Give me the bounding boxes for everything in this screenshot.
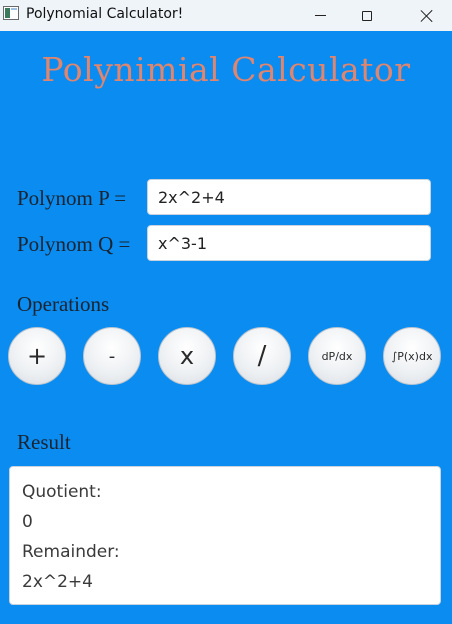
add-button[interactable]: +	[8, 327, 66, 385]
result-remainder-label: Remainder:	[22, 542, 120, 562]
polynom-q-input[interactable]	[147, 225, 431, 261]
close-button[interactable]	[404, 0, 450, 31]
app-heading: Polynimial Calculator	[41, 50, 411, 89]
integral-button[interactable]: ∫P(x)dx	[383, 327, 441, 385]
polynom-p-label: Polynom P =	[17, 186, 127, 210]
multiply-button[interactable]: x	[158, 327, 216, 385]
polynom-q-label: Polynom Q =	[17, 232, 131, 256]
window-title: Polynomial Calculator!	[26, 6, 184, 22]
app-window-icon	[3, 6, 19, 20]
result-remainder-value: 2x^2+4	[22, 572, 93, 592]
result-output[interactable]: Quotient: 0 Remainder: 2x^2+4	[9, 466, 441, 605]
minimize-button[interactable]	[297, 0, 343, 31]
subtract-button[interactable]: -	[83, 327, 141, 385]
maximize-button[interactable]	[344, 0, 390, 31]
derivative-button[interactable]: dP/dx	[308, 327, 366, 385]
operations-label: Operations	[17, 292, 110, 316]
maximize-icon	[362, 10, 372, 21]
result-quotient-value: 0	[22, 512, 33, 532]
result-quotient-label: Quotient:	[22, 482, 102, 502]
result-label: Result	[17, 430, 71, 454]
polynom-p-input[interactable]	[147, 179, 431, 215]
title-bar: Polynomial Calculator!	[0, 0, 452, 31]
minimize-icon	[314, 15, 326, 16]
close-icon	[420, 9, 434, 23]
divide-button[interactable]: /	[233, 327, 291, 385]
